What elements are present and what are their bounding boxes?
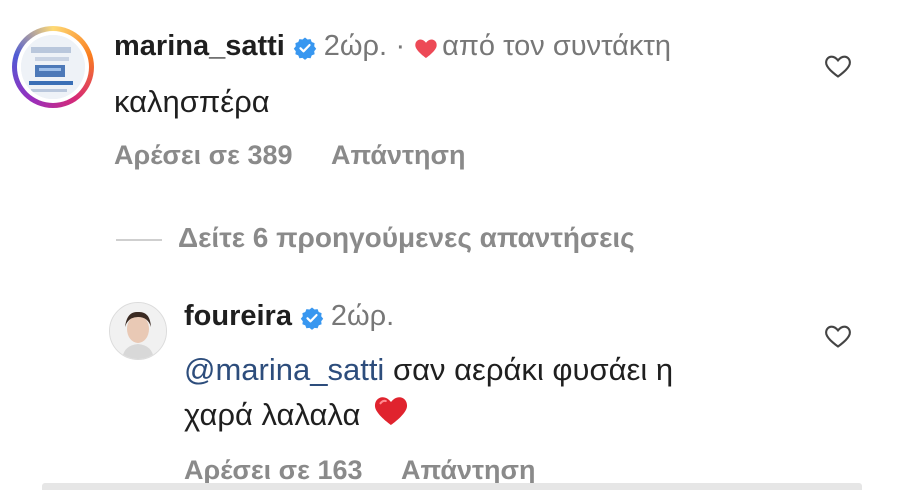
likes-count-link[interactable]: Αρέσει σε 163 (184, 455, 363, 485)
comment-time: 2ώρ. (323, 30, 388, 62)
comment-header: marina_satti 2ώρ. · από τον συντάκτη (114, 30, 671, 65)
likes-count-link[interactable]: Αρέσει σε 389 (114, 140, 293, 170)
comment-actions: Αρέσει σε 163 Απάντηση (184, 455, 536, 486)
comment-actions: Αρέσει σε 389 Απάντηση (114, 140, 466, 171)
avatar-marina-satti[interactable] (12, 26, 94, 108)
red-heart-icon (414, 37, 438, 64)
comment-text-line2-wrap: χαρά λαλαλα (184, 391, 409, 441)
separator-dot: · (395, 30, 406, 62)
username[interactable]: foureira (184, 300, 292, 332)
bottom-input-bar (42, 483, 862, 490)
mention-link[interactable]: @marina_satti (184, 352, 384, 387)
comment-time: 2ώρ. (330, 300, 395, 332)
liked-by-author-label: από τον συντάκτη (442, 30, 671, 62)
comment-text: καλησπέρα (114, 84, 270, 119)
replies-divider (116, 239, 162, 241)
view-previous-replies-button[interactable]: Δείτε 6 προηγούμενες απαντήσεις (178, 222, 635, 254)
red-heart-emoji-icon (373, 393, 409, 441)
comment-header: foureira 2ώρ. (184, 300, 394, 335)
username[interactable]: marina_satti (114, 30, 285, 62)
avatar-image (21, 35, 85, 99)
verified-badge-icon (296, 306, 326, 335)
reply-button[interactable]: Απάντηση (401, 455, 536, 485)
avatar-foureira[interactable] (109, 302, 167, 360)
comment-text-line1: σαν αεράκι φυσάει η (384, 352, 674, 387)
comment-text-line2: χαρά λαλαλα (184, 397, 361, 432)
comment-text: @marina_satti σαν αεράκι φυσάει η (184, 346, 673, 394)
reply-button[interactable]: Απάντηση (331, 140, 466, 170)
verified-badge-icon (289, 36, 319, 65)
heart-outline-icon[interactable] (824, 53, 852, 84)
heart-outline-icon[interactable] (824, 323, 852, 354)
